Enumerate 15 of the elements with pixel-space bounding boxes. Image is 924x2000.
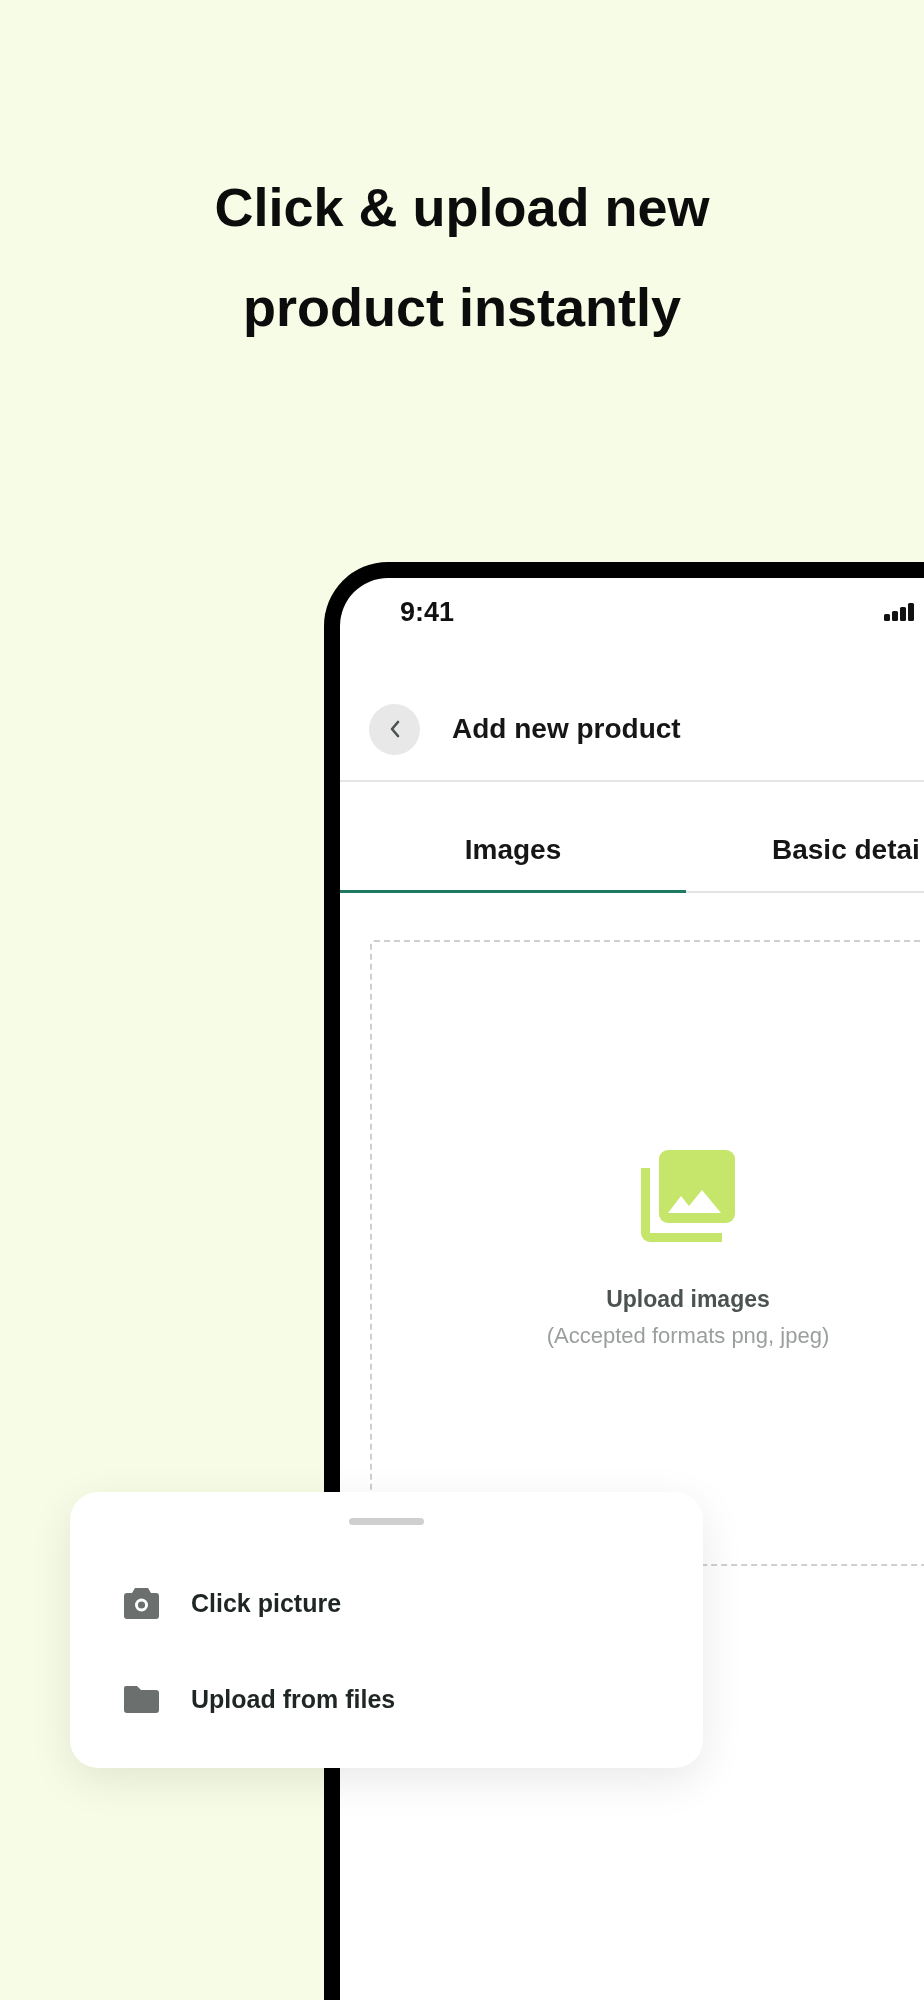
upload-title: Upload images <box>606 1286 770 1313</box>
gallery-icon <box>641 1150 735 1242</box>
sheet-option[interactable]: Upload from files <box>191 1684 396 1714</box>
back-button[interactable] <box>369 703 420 755</box>
upload-hint: (Accepted formats png, jpeg) <box>546 1323 830 1349</box>
folder-icon <box>124 1685 159 1713</box>
drag-handle[interactable] <box>349 1518 424 1525</box>
headline: Click & upload new product instantly <box>213 176 711 339</box>
tab[interactable]: Basic detai <box>686 782 924 893</box>
sheet-option[interactable]: Click picture <box>191 1588 342 1618</box>
status-time: 9:41 <box>400 596 455 628</box>
camera-icon <box>124 1587 159 1619</box>
screen-title: Add new product <box>452 713 681 745</box>
signal-icon <box>884 603 916 621</box>
tab[interactable]: Images <box>340 782 686 893</box>
